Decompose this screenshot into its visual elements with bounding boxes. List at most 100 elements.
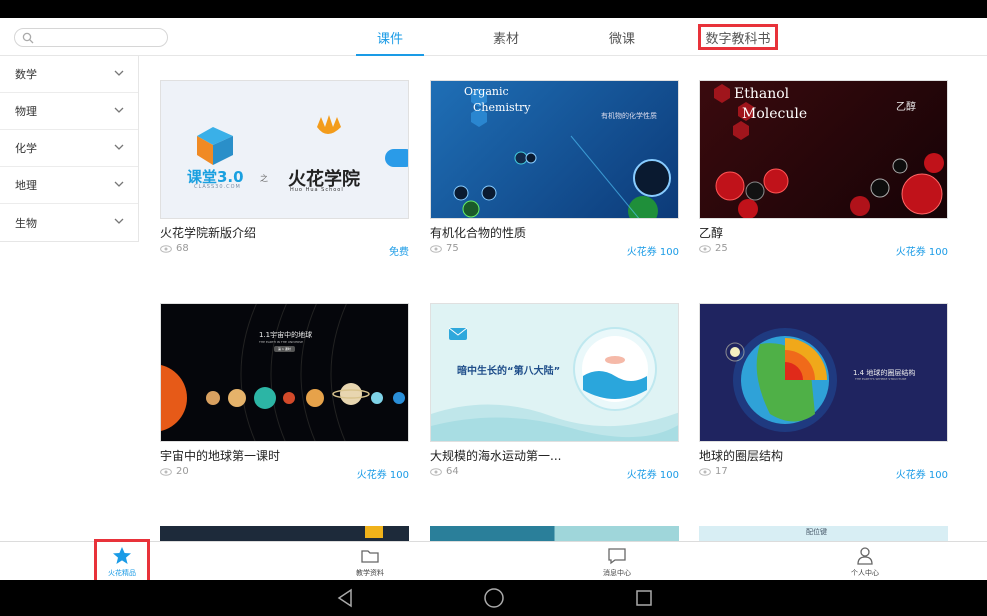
sidebar-item-geography[interactable]: 地理 <box>0 167 138 204</box>
tab-sucai[interactable]: 素材 <box>472 18 540 56</box>
nav-label: 教学资料 <box>356 569 384 577</box>
course-thumbnail: 暗中生长的“第八大陆” <box>430 303 679 442</box>
tab-kejian[interactable]: 课件 <box>356 18 424 56</box>
eye-icon <box>160 244 172 253</box>
course-card-partial[interactable] <box>430 526 679 541</box>
thumb-caption: 有机物的化学性质 <box>601 112 657 120</box>
thumb-caption: 乙醇 <box>896 102 916 113</box>
sidebar-item-label: 化学 <box>15 142 37 155</box>
view-count: 75 <box>430 243 459 254</box>
thumb-subheading: THE EARTH'S SPHERE STRUCTURE <box>855 377 907 381</box>
thumb-heading: 1.1宇宙中的地球 <box>259 331 313 339</box>
course-card-partial[interactable]: 配位键 <box>699 526 948 541</box>
eye-icon <box>430 467 442 476</box>
app-screen: 课件 素材 微课 数字教科书 数学 物理 化学 地理 生物 课堂3.0 CLAS… <box>0 18 987 581</box>
system-navigation-bar <box>0 580 987 616</box>
view-count-value: 64 <box>446 466 459 477</box>
course-title: 大规模的海水运动第一... <box>430 449 562 463</box>
course-card-partial[interactable] <box>160 526 409 541</box>
top-bar: 课件 素材 微课 数字教科书 <box>0 18 987 56</box>
solar-system-art <box>161 304 405 441</box>
recents-square-icon <box>636 590 652 606</box>
organic-chemistry-art <box>453 88 671 218</box>
chevron-down-icon <box>114 218 124 224</box>
back-triangle-icon <box>337 588 352 608</box>
price-label: 火花券 100 <box>626 470 679 481</box>
view-count-value: 68 <box>176 243 189 254</box>
tab-weike[interactable]: 微课 <box>588 18 656 56</box>
tab-label: 课件 <box>376 31 403 47</box>
subject-sidebar: 数学 物理 化学 地理 生物 <box>0 56 139 242</box>
sidebar-item-physics[interactable]: 物理 <box>0 93 138 130</box>
lesson-tag: 第 1 课时 <box>274 346 295 352</box>
thumb-heading-2: Chemistry <box>473 101 531 114</box>
tab-label: 数字教科书 <box>705 31 771 47</box>
back-button[interactable] <box>334 586 358 610</box>
eye-icon <box>699 244 711 253</box>
tab-active-underline <box>356 54 424 56</box>
sidebar-item-chemistry[interactable]: 化学 <box>0 130 138 167</box>
search-input[interactable] <box>14 28 168 47</box>
tab-digital-textbook[interactable]: 数字教科书 <box>698 24 778 50</box>
nav-label: 个人中心 <box>851 569 879 577</box>
sidebar-item-biology[interactable]: 生物 <box>0 204 138 241</box>
search-icon <box>22 32 34 44</box>
sidebar-item-label: 生物 <box>15 216 37 230</box>
bottom-navigation: 火花精品 教学资料 消息中心 个人中心 <box>0 539 987 581</box>
course-thumbnail: Ethanol Molecule 乙醇 <box>699 80 948 219</box>
price-label: 免费 <box>389 247 409 258</box>
course-thumbnail: Organic Chemistry 有机物的化学性质 <box>430 80 679 219</box>
eye-icon <box>430 244 442 253</box>
course-card[interactable]: 1.4 地球的圈层结构 THE EARTH'S SPHERE STRUCTURE… <box>699 303 948 488</box>
course-title: 乙醇 <box>699 226 724 240</box>
course-card[interactable]: 课堂3.0 CLASS30.COM 之 火花学院 Huo Hua School … <box>160 80 409 265</box>
person-icon <box>857 547 873 565</box>
thumb-decoration <box>365 526 383 538</box>
chevron-down-icon <box>114 107 124 113</box>
view-count-value: 25 <box>715 243 728 254</box>
course-thumbnail: 课堂3.0 CLASS30.COM 之 火花学院 Huo Hua School <box>160 80 409 219</box>
nav-label: 消息中心 <box>603 569 631 577</box>
view-count: 68 <box>160 243 189 254</box>
course-card[interactable]: Ethanol Molecule 乙醇 乙醇 25 火花券 100 <box>699 80 948 265</box>
view-count: 20 <box>160 466 189 477</box>
sidebar-item-label: 物理 <box>15 105 37 118</box>
nav-teaching-materials[interactable]: 教学资料 <box>330 544 410 580</box>
course-card[interactable]: 1.1宇宙中的地球 THE EARTH IN THE UNIVERSE 第 1 … <box>160 303 409 488</box>
app-root: 课件 素材 微课 数字教科书 数学 物理 化学 地理 生物 课堂3.0 CLAS… <box>0 0 987 616</box>
thumb-heading-2: Molecule <box>742 106 808 122</box>
view-count: 25 <box>699 243 728 254</box>
course-card[interactable]: Organic Chemistry 有机物的化学性质 有机化合物的性质 75 火… <box>430 80 679 265</box>
thumb-caption: 配位键 <box>806 528 827 536</box>
nav-huohua-picks[interactable]: 火花精品 <box>94 539 150 581</box>
thumb-subheading: THE EARTH IN THE UNIVERSE <box>259 340 303 344</box>
thumb-heading-1: Ethanol <box>734 86 790 102</box>
tab-label: 微课 <box>608 31 635 47</box>
folder-icon <box>361 550 379 563</box>
price-label: 火花券 100 <box>356 470 409 481</box>
price-label: 火花券 100 <box>626 247 679 258</box>
message-icon <box>608 548 626 565</box>
eye-icon <box>699 467 711 476</box>
chevron-down-icon <box>114 181 124 187</box>
status-bar <box>0 0 987 18</box>
nav-personal-center[interactable]: 个人中心 <box>825 544 905 580</box>
home-circle-icon <box>484 588 504 608</box>
sidebar-item-math[interactable]: 数学 <box>0 56 138 93</box>
course-thumbnail: 1.4 地球的圈层结构 THE EARTH'S SPHERE STRUCTURE <box>699 303 948 442</box>
nav-message-center[interactable]: 消息中心 <box>577 544 657 580</box>
logo-right-subtext: Huo Hua School <box>290 187 344 193</box>
nav-label: 火花精品 <box>108 569 136 577</box>
view-count: 17 <box>699 466 728 477</box>
star-icon <box>113 547 131 564</box>
intro-thumbnail-art <box>197 115 408 167</box>
sidebar-item-label: 地理 <box>15 179 37 192</box>
home-button[interactable] <box>482 586 506 610</box>
course-title: 地球的圈层结构 <box>699 449 784 463</box>
course-card[interactable]: 暗中生长的“第八大陆” 大规模的海水运动第一... 64 火花券 100 <box>430 303 679 488</box>
recents-button[interactable] <box>632 586 656 610</box>
logo-left-subtext: CLASS30.COM <box>194 184 241 190</box>
view-count-value: 75 <box>446 243 459 254</box>
logo-connector: 之 <box>260 174 268 183</box>
sidebar-item-label: 数学 <box>15 68 37 81</box>
